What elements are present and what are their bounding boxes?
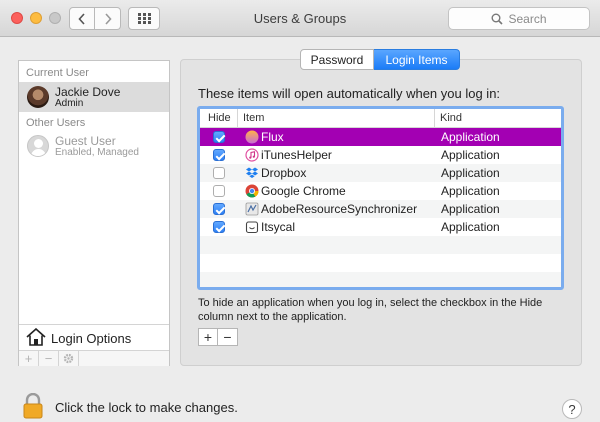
dropbox-icon [246, 167, 258, 178]
grid-icon [137, 13, 151, 24]
add-remove-buttons: + − [198, 328, 238, 346]
table-row[interactable]: iTunesHelper Application [200, 146, 561, 164]
nav-button-group [69, 7, 121, 30]
tab-bar: Password Login Items [300, 49, 460, 70]
user-name: Guest User [55, 134, 116, 148]
remove-label: − [44, 351, 53, 366]
item-name: Itsycal [261, 220, 296, 234]
column-header-item[interactable]: Item [243, 112, 264, 124]
add-label: + [24, 351, 33, 366]
item-kind: Application [441, 148, 500, 162]
empty-row [200, 272, 561, 287]
login-items-table[interactable]: Hide Item Kind Flux Application iTunesHe… [197, 106, 564, 290]
current-user-label: Current User [26, 67, 89, 79]
item-kind: Application [441, 202, 500, 216]
chrome-icon [245, 184, 259, 198]
hide-checkbox[interactable] [213, 149, 225, 161]
table-row[interactable]: Dropbox Application [200, 164, 561, 182]
itsycal-icon [245, 221, 259, 234]
adobe-sync-icon [245, 202, 259, 216]
zoom-window-button[interactable] [49, 12, 61, 24]
remove-login-item-button[interactable]: − [218, 328, 238, 346]
action-menu-button[interactable] [59, 351, 79, 366]
column-divider [237, 109, 238, 128]
lock-message: Click the lock to make changes. [55, 400, 238, 415]
window-title: Users & Groups [253, 11, 347, 26]
house-icon [26, 328, 46, 346]
empty-row [200, 254, 561, 272]
item-name: AdobeResourceSynchronizer [261, 202, 418, 216]
hide-hint-text: To hide an application when you log in, … [198, 297, 543, 323]
add-login-item-button[interactable]: + [198, 328, 218, 346]
search-field[interactable]: Search [448, 7, 590, 30]
item-kind: Application [441, 130, 500, 144]
user-role: Enabled, Managed [55, 147, 139, 158]
other-users-label: Other Users [26, 117, 86, 129]
column-header-kind[interactable]: Kind [440, 112, 462, 124]
hide-checkbox[interactable] [213, 221, 225, 233]
hide-checkbox[interactable] [213, 203, 225, 215]
login-items-intro: These items will open automatically when… [198, 86, 501, 101]
user-name: Jackie Dove [55, 85, 121, 99]
hide-checkbox[interactable] [213, 167, 225, 179]
search-icon [491, 13, 504, 25]
table-row[interactable]: Google Chrome Application [200, 182, 561, 200]
empty-row [200, 236, 561, 254]
guest-avatar-icon [27, 135, 49, 157]
add-user-button[interactable]: + [19, 351, 39, 366]
item-name: Google Chrome [261, 184, 346, 198]
hide-checkbox[interactable] [213, 131, 225, 143]
item-name: Flux [261, 130, 284, 144]
item-kind: Application [441, 166, 500, 180]
tab-login-items[interactable]: Login Items [374, 49, 460, 70]
title-bar: Users & Groups Search [0, 0, 600, 37]
user-role: Admin [55, 98, 84, 109]
search-placeholder: Search [508, 11, 547, 26]
login-options-label: Login Options [51, 331, 132, 346]
hide-checkbox[interactable] [213, 185, 225, 197]
table-row[interactable]: Flux Application [200, 128, 561, 146]
users-groups-window: Users & Groups Search Current User Jacki… [0, 0, 600, 422]
itunes-icon [245, 148, 259, 162]
avatar [27, 86, 49, 108]
remove-user-button[interactable]: − [39, 351, 59, 366]
chevron-right-icon [104, 12, 112, 25]
show-all-button[interactable] [128, 7, 160, 30]
sidebar-toolbar: + − [19, 350, 169, 366]
back-button[interactable] [69, 7, 95, 30]
close-window-button[interactable] [11, 12, 23, 24]
item-name: iTunesHelper [261, 148, 332, 162]
tab-password[interactable]: Password [300, 49, 374, 70]
login-options-item[interactable]: Login Options [19, 324, 169, 350]
gear-icon [63, 353, 74, 364]
user-row-guest-user[interactable]: Guest User Enabled, Managed [19, 131, 169, 161]
column-header-hide[interactable]: Hide [208, 112, 231, 124]
users-sidebar: Current User Jackie Dove Admin Other Use… [18, 60, 170, 366]
forward-button[interactable] [95, 7, 121, 30]
table-header: Hide Item Kind [200, 109, 561, 128]
table-row[interactable]: AdobeResourceSynchronizer Application [200, 200, 561, 218]
flux-icon [245, 130, 259, 144]
help-button[interactable]: ? [562, 399, 582, 419]
lock-icon[interactable] [22, 393, 44, 419]
minimize-window-button[interactable] [30, 12, 42, 24]
item-kind: Application [441, 184, 500, 198]
user-row-jackie-dove[interactable]: Jackie Dove Admin [19, 82, 169, 112]
column-divider [434, 109, 435, 128]
chevron-left-icon [78, 12, 85, 25]
table-row[interactable]: Itsycal Application [200, 218, 561, 236]
item-kind: Application [441, 220, 500, 234]
item-name: Dropbox [261, 166, 307, 180]
